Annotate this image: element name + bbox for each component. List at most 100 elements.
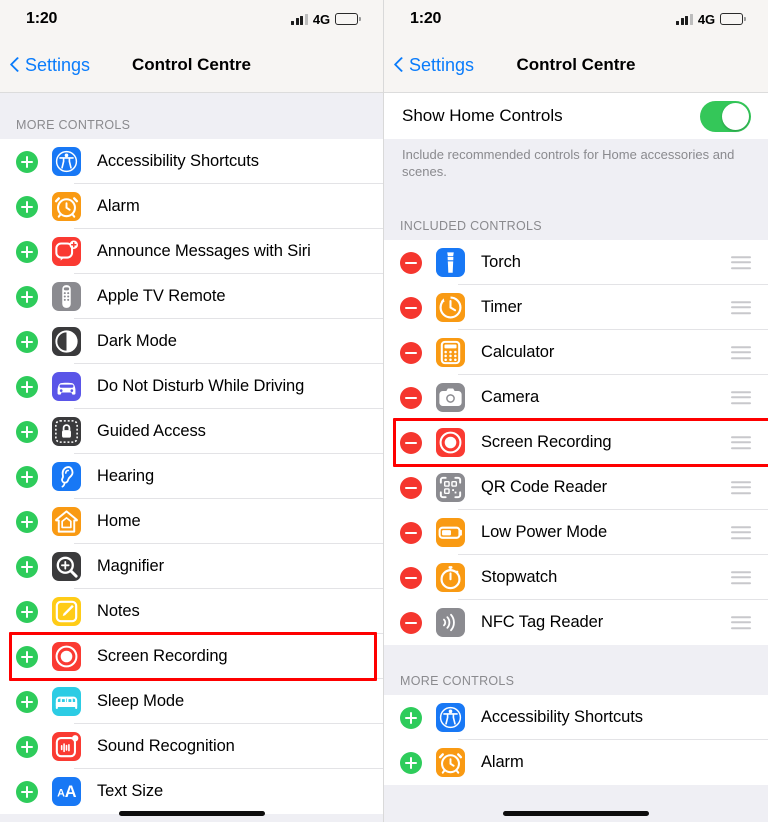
remove-control-button[interactable]	[400, 341, 422, 364]
list-item-label: Announce Messages with Siri	[97, 242, 311, 260]
add-control-button[interactable]	[16, 735, 38, 758]
list-item[interactable]: Announce Messages with Siri	[0, 229, 383, 274]
right-scroll-body[interactable]: Show Home Controls Include recommended c…	[384, 93, 768, 822]
reorder-drag-handle[interactable]	[731, 480, 751, 495]
list-item-label: Calculator	[481, 343, 555, 361]
list-item[interactable]: Stopwatch	[384, 555, 768, 600]
reorder-drag-handle[interactable]	[731, 390, 751, 405]
list-item-label: Screen Recording	[97, 647, 228, 665]
remove-control-button[interactable]	[400, 431, 422, 454]
list-item[interactable]: QR Code Reader	[384, 465, 768, 510]
add-control-button[interactable]	[16, 330, 38, 353]
add-control-button[interactable]	[16, 375, 38, 398]
reorder-drag-handle[interactable]	[731, 300, 751, 315]
list-item[interactable]: Apple TV Remote	[0, 274, 383, 319]
back-button[interactable]: Settings	[394, 55, 474, 76]
add-control-button[interactable]	[16, 420, 38, 443]
add-control-button[interactable]	[16, 690, 38, 713]
right-phone-screen: 1:20 4G Settings Control Centre Show Hom…	[384, 0, 768, 822]
status-bar: 1:20 4G	[0, 0, 383, 38]
remove-control-button[interactable]	[400, 476, 422, 499]
list-item[interactable]: Alarm	[384, 740, 768, 785]
section-header-more-controls: MORE CONTROLS	[0, 117, 383, 139]
add-control-button[interactable]	[16, 150, 38, 173]
list-item[interactable]: Screen Recording	[0, 634, 383, 679]
cellular-signal-icon	[676, 13, 693, 25]
add-control-button[interactable]	[16, 285, 38, 308]
list-item[interactable]: Magnifier	[0, 544, 383, 589]
reorder-drag-handle[interactable]	[731, 615, 751, 630]
list-item-label: Guided Access	[97, 422, 206, 440]
reorder-drag-handle[interactable]	[731, 345, 751, 360]
more-controls-list: Accessibility Shortcuts Alarm	[384, 695, 768, 785]
stopwatch-icon	[436, 563, 465, 592]
list-item[interactable]: Sleep Mode	[0, 679, 383, 724]
add-control-button[interactable]	[400, 751, 422, 774]
more-controls-list: Accessibility Shortcuts Alarm Announce Mes…	[0, 139, 383, 814]
screen-recording-icon	[436, 428, 465, 457]
remove-control-button[interactable]	[400, 296, 422, 319]
accessibility-icon	[436, 703, 465, 732]
status-indicators: 4G	[291, 12, 361, 27]
list-item[interactable]: Calculator	[384, 330, 768, 375]
list-item[interactable]: Hearing	[0, 454, 383, 499]
list-item[interactable]: Low Power Mode	[384, 510, 768, 555]
list-item[interactable]: Torch	[384, 240, 768, 285]
reorder-drag-handle[interactable]	[731, 435, 751, 450]
add-control-button[interactable]	[16, 780, 38, 803]
list-item-label: Low Power Mode	[481, 523, 608, 541]
add-control-button[interactable]	[16, 240, 38, 263]
back-button[interactable]: Settings	[10, 55, 90, 76]
list-item[interactable]: Timer	[384, 285, 768, 330]
timer-icon	[436, 293, 465, 322]
list-item[interactable]: Screen Recording	[384, 420, 768, 465]
guided-access-lock-icon	[52, 417, 81, 446]
navigation-bar: Settings Control Centre	[384, 38, 768, 93]
list-item-label: Accessibility Shortcuts	[481, 708, 643, 726]
list-item[interactable]: Alarm	[0, 184, 383, 229]
add-control-button[interactable]	[16, 600, 38, 623]
list-item[interactable]: Guided Access	[0, 409, 383, 454]
list-item-label: Screen Recording	[481, 433, 612, 451]
torch-flashlight-icon	[436, 248, 465, 277]
list-item-label: Hearing	[97, 467, 155, 485]
list-item[interactable]: Camera	[384, 375, 768, 420]
add-control-button[interactable]	[16, 645, 38, 668]
left-phone-screen: 1:20 4G Settings Control Centre MORE CON…	[0, 0, 384, 822]
left-scroll-body[interactable]: MORE CONTROLS Accessibility Shortcuts Ala…	[0, 93, 383, 822]
list-item-label: Sound Recognition	[97, 737, 235, 755]
reorder-drag-handle[interactable]	[731, 570, 751, 585]
remove-control-button[interactable]	[400, 521, 422, 544]
remove-control-button[interactable]	[400, 611, 422, 634]
list-item-label: Text Size	[97, 782, 164, 800]
home-controls-footnote: Include recommended controls for Home ac…	[384, 139, 768, 180]
list-item[interactable]: Dark Mode	[0, 319, 383, 364]
add-control-button[interactable]	[400, 706, 422, 729]
list-item[interactable]: A A Text Size	[0, 769, 383, 814]
status-indicators: 4G	[676, 12, 746, 27]
dark-mode-icon	[52, 327, 81, 356]
list-item[interactable]: Do Not Disturb While Driving	[0, 364, 383, 409]
list-item-label: Do Not Disturb While Driving	[97, 377, 305, 395]
list-item-label: Alarm	[97, 197, 140, 215]
show-home-controls-toggle[interactable]	[700, 100, 751, 132]
add-control-button[interactable]	[16, 555, 38, 578]
remove-control-button[interactable]	[400, 251, 422, 274]
add-control-button[interactable]	[16, 195, 38, 218]
notes-pencil-icon	[52, 597, 81, 626]
list-item[interactable]: Sound Recognition	[0, 724, 383, 769]
remove-control-button[interactable]	[400, 566, 422, 589]
reorder-drag-handle[interactable]	[731, 525, 751, 540]
reorder-drag-handle[interactable]	[731, 255, 751, 270]
network-type-label: 4G	[312, 11, 330, 27]
list-item[interactable]: Accessibility Shortcuts	[384, 695, 768, 740]
list-item[interactable]: Home	[0, 499, 383, 544]
list-item[interactable]: NFC Tag Reader	[384, 600, 768, 645]
show-home-controls-row[interactable]: Show Home Controls	[384, 93, 768, 139]
list-item[interactable]: Accessibility Shortcuts	[0, 139, 383, 184]
remove-control-button[interactable]	[400, 386, 422, 409]
list-item[interactable]: Notes	[0, 589, 383, 634]
list-item-label: Camera	[481, 388, 540, 406]
add-control-button[interactable]	[16, 465, 38, 488]
add-control-button[interactable]	[16, 510, 38, 533]
